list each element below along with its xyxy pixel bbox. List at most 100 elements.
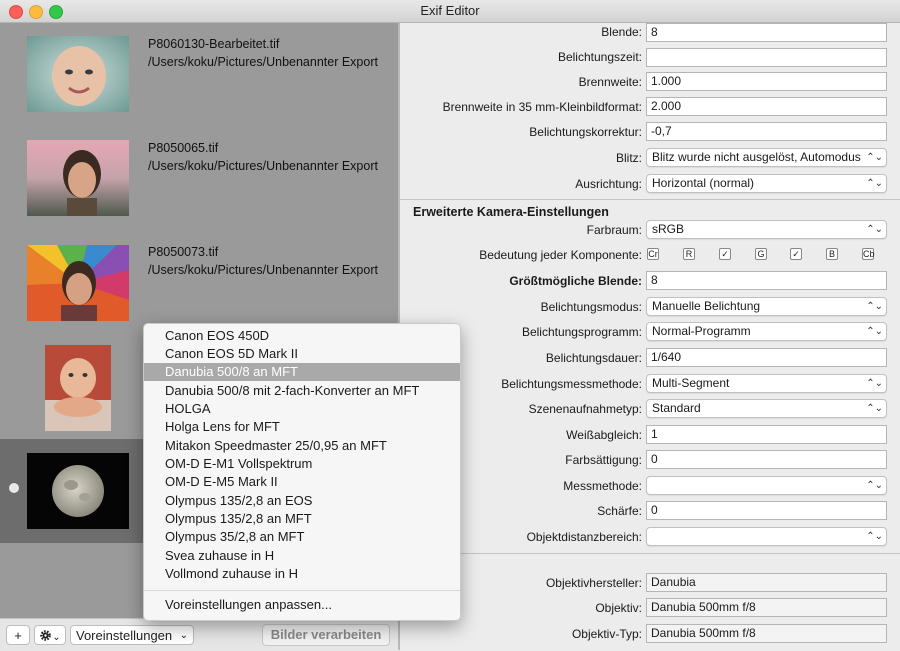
messmethode-popup[interactable]: ⌃⌄ [646,476,887,495]
menu-separator [144,590,460,591]
objektiv-field[interactable]: Danubia 500mm f/8 [646,598,887,617]
komponente-label: Bedeutung jeder Komponente: [479,248,642,262]
component-g-checkbox[interactable]: G [755,248,767,260]
belichtungsprogramm-value: Normal-Programm [652,324,751,338]
ausrichtung-value: Horizontal (normal) [652,176,755,190]
component-checkbox-5[interactable]: ✓ [790,248,802,260]
szenen-popup[interactable]: Standard ⌃⌄ [646,399,887,418]
objektdistanz-popup[interactable]: ⌃⌄ [646,527,887,546]
up-down-chevron-icon: ⌃⌄ [866,301,883,312]
window-title: Exif Editor [420,3,480,18]
objektiv-typ-field[interactable]: Danubia 500mm f/8 [646,624,887,643]
file-path: /Users/koku/Pictures/Unbenannter Export [148,159,378,173]
groesstmoegliche-field[interactable]: 8 [646,271,887,290]
farbsaettigung-field[interactable]: 0 [646,450,887,469]
menu-item[interactable]: Svea zuhause in H [144,547,460,565]
menu-item[interactable]: Vollmond zuhause in H [144,565,460,583]
menu-item[interactable]: Holga Lens for MFT [144,418,460,436]
baby-crawling-thumbnail [45,345,111,431]
selection-indicator [9,483,19,493]
brennweite35-field[interactable]: 2.000 [646,97,887,116]
menu-item[interactable]: Olympus 35/2,8 an MFT [144,528,460,546]
section-separator [400,553,900,554]
objektivhersteller-label: Objektivhersteller: [545,576,642,590]
farbraum-value: sRGB [652,222,685,236]
gear-menu-button[interactable]: ⌄ [34,625,66,645]
brennweite-field[interactable]: 1.000 [646,72,887,91]
menu-item[interactable]: Olympus 135/2,8 an EOS [144,492,460,510]
up-down-chevron-icon: ⌃⌄ [866,531,883,542]
up-down-chevron-icon: ⌃⌄ [866,152,883,163]
belichtungsmessmethode-label: Belichtungsmessmethode: [501,377,642,391]
brennweite35-label: Brennweite in 35 mm-Kleinbildformat: [442,100,642,114]
component-cr-checkbox[interactable]: Cr [647,248,659,260]
moon-photo-thumbnail [27,453,129,529]
up-down-chevron-icon: ⌃⌄ [866,224,883,235]
chevron-down-icon: ⌄ [52,632,61,643]
presets-label: Voreinstellungen [76,628,173,643]
up-down-chevron-icon: ⌃⌄ [866,480,883,491]
menu-item[interactable]: Olympus 135/2,8 an MFT [144,510,460,528]
blitz-popup[interactable]: Blitz wurde nicht ausgelöst, Automodus ⌃⌄ [646,148,887,167]
ausrichtung-popup[interactable]: Horizontal (normal) ⌃⌄ [646,174,887,193]
belichtungsdauer-field[interactable]: 1/640 [646,348,887,367]
file-name: P8060130-Bearbeitet.tif [148,37,280,51]
up-down-chevron-icon: ⌃⌄ [866,178,883,189]
objektivhersteller-field[interactable]: Danubia [646,573,887,592]
belichtungskorrektur-field[interactable]: -0,7 [646,122,887,141]
file-path: /Users/koku/Pictures/Unbenannter Export [148,263,378,277]
process-images-button[interactable]: Bilder verarbeiten [262,624,390,646]
add-button[interactable]: + [6,625,30,645]
farbraum-popup[interactable]: sRGB ⌃⌄ [646,220,887,239]
file-row-1[interactable]: P8060130-Bearbeitet.tif /Users/koku/Pict… [0,23,398,127]
chevron-down-icon: ⌄ [179,630,188,641]
exif-fields-panel[interactable]: Blende: 8 Belichtungszeit: Brennweite: 1… [400,23,900,650]
menu-item[interactable]: HOLGA [144,400,460,418]
belichtungszeit-field[interactable] [646,48,887,67]
schaerfe-label: Schärfe: [597,504,642,518]
groesstmoegliche-label: Größtmögliche Blende: [509,274,642,288]
presets-popup-button[interactable]: Voreinstellungen ⌄ [70,625,194,645]
messmethode-label: Messmethode: [563,479,642,493]
file-name: P8050073.tif [148,245,219,259]
belichtungsmodus-popup[interactable]: Manuelle Belichtung ⌃⌄ [646,297,887,316]
component-checkbox-3[interactable]: ✓ [719,248,731,260]
ausrichtung-label: Ausrichtung: [575,177,642,191]
belichtungszeit-label: Belichtungszeit: [557,50,642,64]
farbraum-label: Farbraum: [586,223,642,237]
component-cb-checkbox[interactable]: Cb [862,248,875,260]
objektdistanz-label: Objektdistanzbereich: [526,530,642,544]
zoom-window-button[interactable] [49,5,63,19]
up-down-chevron-icon: ⌃⌄ [866,326,883,337]
schaerfe-field[interactable]: 0 [646,501,887,520]
weissabgleich-label: Weißabgleich: [566,428,642,442]
customize-presets-menu-item[interactable]: Voreinstellungen anpassen... [144,596,460,614]
menu-item[interactable]: Danubia 500/8 mit 2-fach-Konverter an MF… [144,382,460,400]
gear-icon [40,630,52,641]
minimize-window-button[interactable] [29,5,43,19]
menu-item[interactable]: OM-D E-M5 Mark II [144,473,460,491]
farbsaettigung-label: Farbsättigung: [565,453,642,467]
menu-item[interactable]: Canon EOS 450D [144,327,460,345]
brennweite-label: Brennweite: [578,75,642,89]
szenen-label: Szenenaufnahmetyp: [528,402,642,416]
belichtungsmodus-value: Manuelle Belichtung [652,299,761,313]
objektiv-typ-label: Objektiv-Typ: [571,627,642,641]
menu-item[interactable]: OM-D E-M1 Vollspektrum [144,455,460,473]
belichtungsprogramm-popup[interactable]: Normal-Programm ⌃⌄ [646,322,887,341]
weissabgleich-field[interactable]: 1 [646,425,887,444]
blende-field[interactable]: 8 [646,23,887,42]
bottom-toolbar: + ⌄ Voreinstellungen ⌄ Bilder verarbeite… [0,618,398,651]
belichtungsmessmethode-popup[interactable]: Multi-Segment ⌃⌄ [646,374,887,393]
file-row-3[interactable]: P8050073.tif /Users/koku/Pictures/Unbena… [0,231,398,335]
section-separator [400,199,900,200]
component-r-checkbox[interactable]: R [683,248,695,260]
file-row-2[interactable]: P8050065.tif /Users/koku/Pictures/Unbena… [0,127,398,231]
up-down-chevron-icon: ⌃⌄ [866,403,883,414]
szenen-value: Standard [652,401,701,415]
menu-item-highlighted[interactable]: Danubia 500/8 an MFT [144,363,460,381]
component-b-checkbox[interactable]: B [826,248,838,260]
menu-item[interactable]: Canon EOS 5D Mark II [144,345,460,363]
menu-item[interactable]: Mitakon Speedmaster 25/0,95 an MFT [144,437,460,455]
close-window-button[interactable] [9,5,23,19]
